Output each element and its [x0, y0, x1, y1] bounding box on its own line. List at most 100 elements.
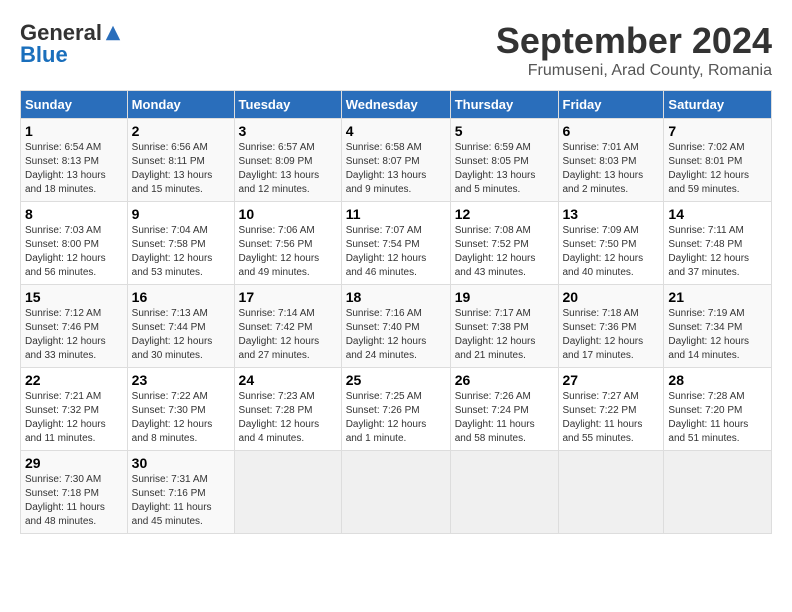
calendar-cell — [234, 451, 341, 534]
day-info: Sunrise: 7:03 AMSunset: 8:00 PMDaylight:… — [25, 224, 123, 280]
day-number: 20 — [563, 289, 660, 305]
day-number: 2 — [132, 123, 230, 139]
day-info: Sunrise: 7:08 AMSunset: 7:52 PMDaylight:… — [455, 224, 554, 280]
day-number: 7 — [668, 123, 767, 139]
logo: General Blue — [20, 20, 122, 68]
day-number: 17 — [239, 289, 337, 305]
day-number: 3 — [239, 123, 337, 139]
day-info: Sunrise: 7:18 AMSunset: 7:36 PMDaylight:… — [563, 307, 660, 363]
day-info: Sunrise: 7:13 AMSunset: 7:44 PMDaylight:… — [132, 307, 230, 363]
day-info: Sunrise: 6:58 AMSunset: 8:07 PMDaylight:… — [346, 141, 446, 197]
day-number: 28 — [668, 372, 767, 388]
day-info: Sunrise: 7:23 AMSunset: 7:28 PMDaylight:… — [239, 390, 337, 446]
day-info: Sunrise: 7:25 AMSunset: 7:26 PMDaylight:… — [346, 390, 446, 446]
calendar-cell — [341, 451, 450, 534]
calendar-cell: 7 Sunrise: 7:02 AMSunset: 8:01 PMDaylight… — [664, 119, 772, 202]
calendar-cell: 5 Sunrise: 6:59 AMSunset: 8:05 PMDaylight… — [450, 119, 558, 202]
day-info: Sunrise: 7:06 AMSunset: 7:56 PMDaylight:… — [239, 224, 337, 280]
day-info: Sunrise: 7:14 AMSunset: 7:42 PMDaylight:… — [239, 307, 337, 363]
calendar-cell — [450, 451, 558, 534]
header-thursday: Thursday — [450, 91, 558, 119]
location: Frumuseni, Arad County, Romania — [496, 62, 772, 80]
day-number: 26 — [455, 372, 554, 388]
day-number: 10 — [239, 206, 337, 222]
day-info: Sunrise: 7:09 AMSunset: 7:50 PMDaylight:… — [563, 224, 660, 280]
day-number: 16 — [132, 289, 230, 305]
day-info: Sunrise: 7:12 AMSunset: 7:46 PMDaylight:… — [25, 307, 123, 363]
calendar-cell: 14Sunrise: 7:11 AMSunset: 7:48 PMDayligh… — [664, 202, 772, 285]
day-info: Sunrise: 6:57 AMSunset: 8:09 PMDaylight:… — [239, 141, 337, 197]
calendar-cell: 3 Sunrise: 6:57 AMSunset: 8:09 PMDaylight… — [234, 119, 341, 202]
day-info: Sunrise: 7:27 AMSunset: 7:22 PMDaylight:… — [563, 390, 660, 446]
calendar-cell: 11 Sunrise: 7:07 AMSunset: 7:54 PMDayligh… — [341, 202, 450, 285]
calendar-cell: 21 Sunrise: 7:19 AMSunset: 7:34 PMDayligh… — [664, 285, 772, 368]
day-number: 23 — [132, 372, 230, 388]
calendar-cell: 12 Sunrise: 7:08 AMSunset: 7:52 PMDayligh… — [450, 202, 558, 285]
calendar-cell: 27 Sunrise: 7:27 AMSunset: 7:22 PMDayligh… — [558, 368, 664, 451]
calendar-cell: 16 Sunrise: 7:13 AMSunset: 7:44 PMDayligh… — [127, 285, 234, 368]
day-number: 9 — [132, 206, 230, 222]
day-info: Sunrise: 7:26 AMSunset: 7:24 PMDaylight:… — [455, 390, 554, 446]
header-saturday: Saturday — [664, 91, 772, 119]
day-info: Sunrise: 7:01 AMSunset: 8:03 PMDaylight:… — [563, 141, 660, 197]
day-info: Sunrise: 6:54 AMSunset: 8:13 PMDaylight:… — [25, 141, 123, 197]
calendar-cell: 13 Sunrise: 7:09 AMSunset: 7:50 PMDayligh… — [558, 202, 664, 285]
header-sunday: Sunday — [21, 91, 128, 119]
day-number: 4 — [346, 123, 446, 139]
calendar-cell: 19 Sunrise: 7:17 AMSunset: 7:38 PMDayligh… — [450, 285, 558, 368]
calendar-cell: 8 Sunrise: 7:03 AMSunset: 8:00 PMDaylight… — [21, 202, 128, 285]
day-info: Sunrise: 7:21 AMSunset: 7:32 PMDaylight:… — [25, 390, 123, 446]
calendar-week-row: 29Sunrise: 7:30 AMSunset: 7:18 PMDayligh… — [21, 451, 772, 534]
calendar-cell: 10 Sunrise: 7:06 AMSunset: 7:56 PMDayligh… — [234, 202, 341, 285]
header-wednesday: Wednesday — [341, 91, 450, 119]
day-number: 25 — [346, 372, 446, 388]
day-info: Sunrise: 7:07 AMSunset: 7:54 PMDaylight:… — [346, 224, 446, 280]
header-monday: Monday — [127, 91, 234, 119]
calendar-cell — [558, 451, 664, 534]
day-number: 11 — [346, 206, 446, 222]
calendar-cell: 22 Sunrise: 7:21 AMSunset: 7:32 PMDayligh… — [21, 368, 128, 451]
calendar-cell: 17 Sunrise: 7:14 AMSunset: 7:42 PMDayligh… — [234, 285, 341, 368]
day-number: 13 — [563, 206, 660, 222]
calendar-cell: 4 Sunrise: 6:58 AMSunset: 8:07 PMDaylight… — [341, 119, 450, 202]
day-info: Sunrise: 6:59 AMSunset: 8:05 PMDaylight:… — [455, 141, 554, 197]
header-tuesday: Tuesday — [234, 91, 341, 119]
calendar-cell: 20 Sunrise: 7:18 AMSunset: 7:36 PMDayligh… — [558, 285, 664, 368]
calendar-header-row: SundayMondayTuesdayWednesdayThursdayFrid… — [21, 91, 772, 119]
calendar-cell: 25 Sunrise: 7:25 AMSunset: 7:26 PMDayligh… — [341, 368, 450, 451]
calendar-cell: 1Sunrise: 6:54 AMSunset: 8:13 PMDaylight… — [21, 119, 128, 202]
day-number: 27 — [563, 372, 660, 388]
calendar-cell: 6Sunrise: 7:01 AMSunset: 8:03 PMDaylight… — [558, 119, 664, 202]
day-info: Sunrise: 7:02 AMSunset: 8:01 PMDaylight:… — [668, 141, 767, 197]
calendar-cell: 26 Sunrise: 7:26 AMSunset: 7:24 PMDayligh… — [450, 368, 558, 451]
calendar-cell: 9 Sunrise: 7:04 AMSunset: 7:58 PMDaylight… — [127, 202, 234, 285]
day-number: 8 — [25, 206, 123, 222]
day-number: 14 — [668, 206, 767, 222]
logo-blue: Blue — [20, 42, 68, 68]
day-info: Sunrise: 7:19 AMSunset: 7:34 PMDaylight:… — [668, 307, 767, 363]
day-number: 12 — [455, 206, 554, 222]
calendar-week-row: 15 Sunrise: 7:12 AMSunset: 7:46 PMDayligh… — [21, 285, 772, 368]
calendar-cell: 24Sunrise: 7:23 AMSunset: 7:28 PMDayligh… — [234, 368, 341, 451]
calendar-cell: 28 Sunrise: 7:28 AMSunset: 7:20 PMDayligh… — [664, 368, 772, 451]
calendar-table: SundayMondayTuesdayWednesdayThursdayFrid… — [20, 90, 772, 534]
calendar-week-row: 1Sunrise: 6:54 AMSunset: 8:13 PMDaylight… — [21, 119, 772, 202]
day-info: Sunrise: 7:30 AMSunset: 7:18 PMDaylight:… — [25, 473, 123, 529]
day-info: Sunrise: 7:17 AMSunset: 7:38 PMDaylight:… — [455, 307, 554, 363]
day-info: Sunrise: 7:16 AMSunset: 7:40 PMDaylight:… — [346, 307, 446, 363]
header-friday: Friday — [558, 91, 664, 119]
day-info: Sunrise: 7:04 AMSunset: 7:58 PMDaylight:… — [132, 224, 230, 280]
page-header: General Blue September 2024 Frumuseni, A… — [20, 20, 772, 80]
day-info: Sunrise: 7:28 AMSunset: 7:20 PMDaylight:… — [668, 390, 767, 446]
day-number: 22 — [25, 372, 123, 388]
calendar-cell: 23 Sunrise: 7:22 AMSunset: 7:30 PMDayligh… — [127, 368, 234, 451]
day-number: 18 — [346, 289, 446, 305]
calendar-cell — [664, 451, 772, 534]
day-number: 15 — [25, 289, 123, 305]
day-number: 19 — [455, 289, 554, 305]
calendar-cell: 29Sunrise: 7:30 AMSunset: 7:18 PMDayligh… — [21, 451, 128, 534]
day-number: 5 — [455, 123, 554, 139]
day-number: 21 — [668, 289, 767, 305]
calendar-cell: 30Sunrise: 7:31 AMSunset: 7:16 PMDayligh… — [127, 451, 234, 534]
day-info: Sunrise: 7:22 AMSunset: 7:30 PMDaylight:… — [132, 390, 230, 446]
